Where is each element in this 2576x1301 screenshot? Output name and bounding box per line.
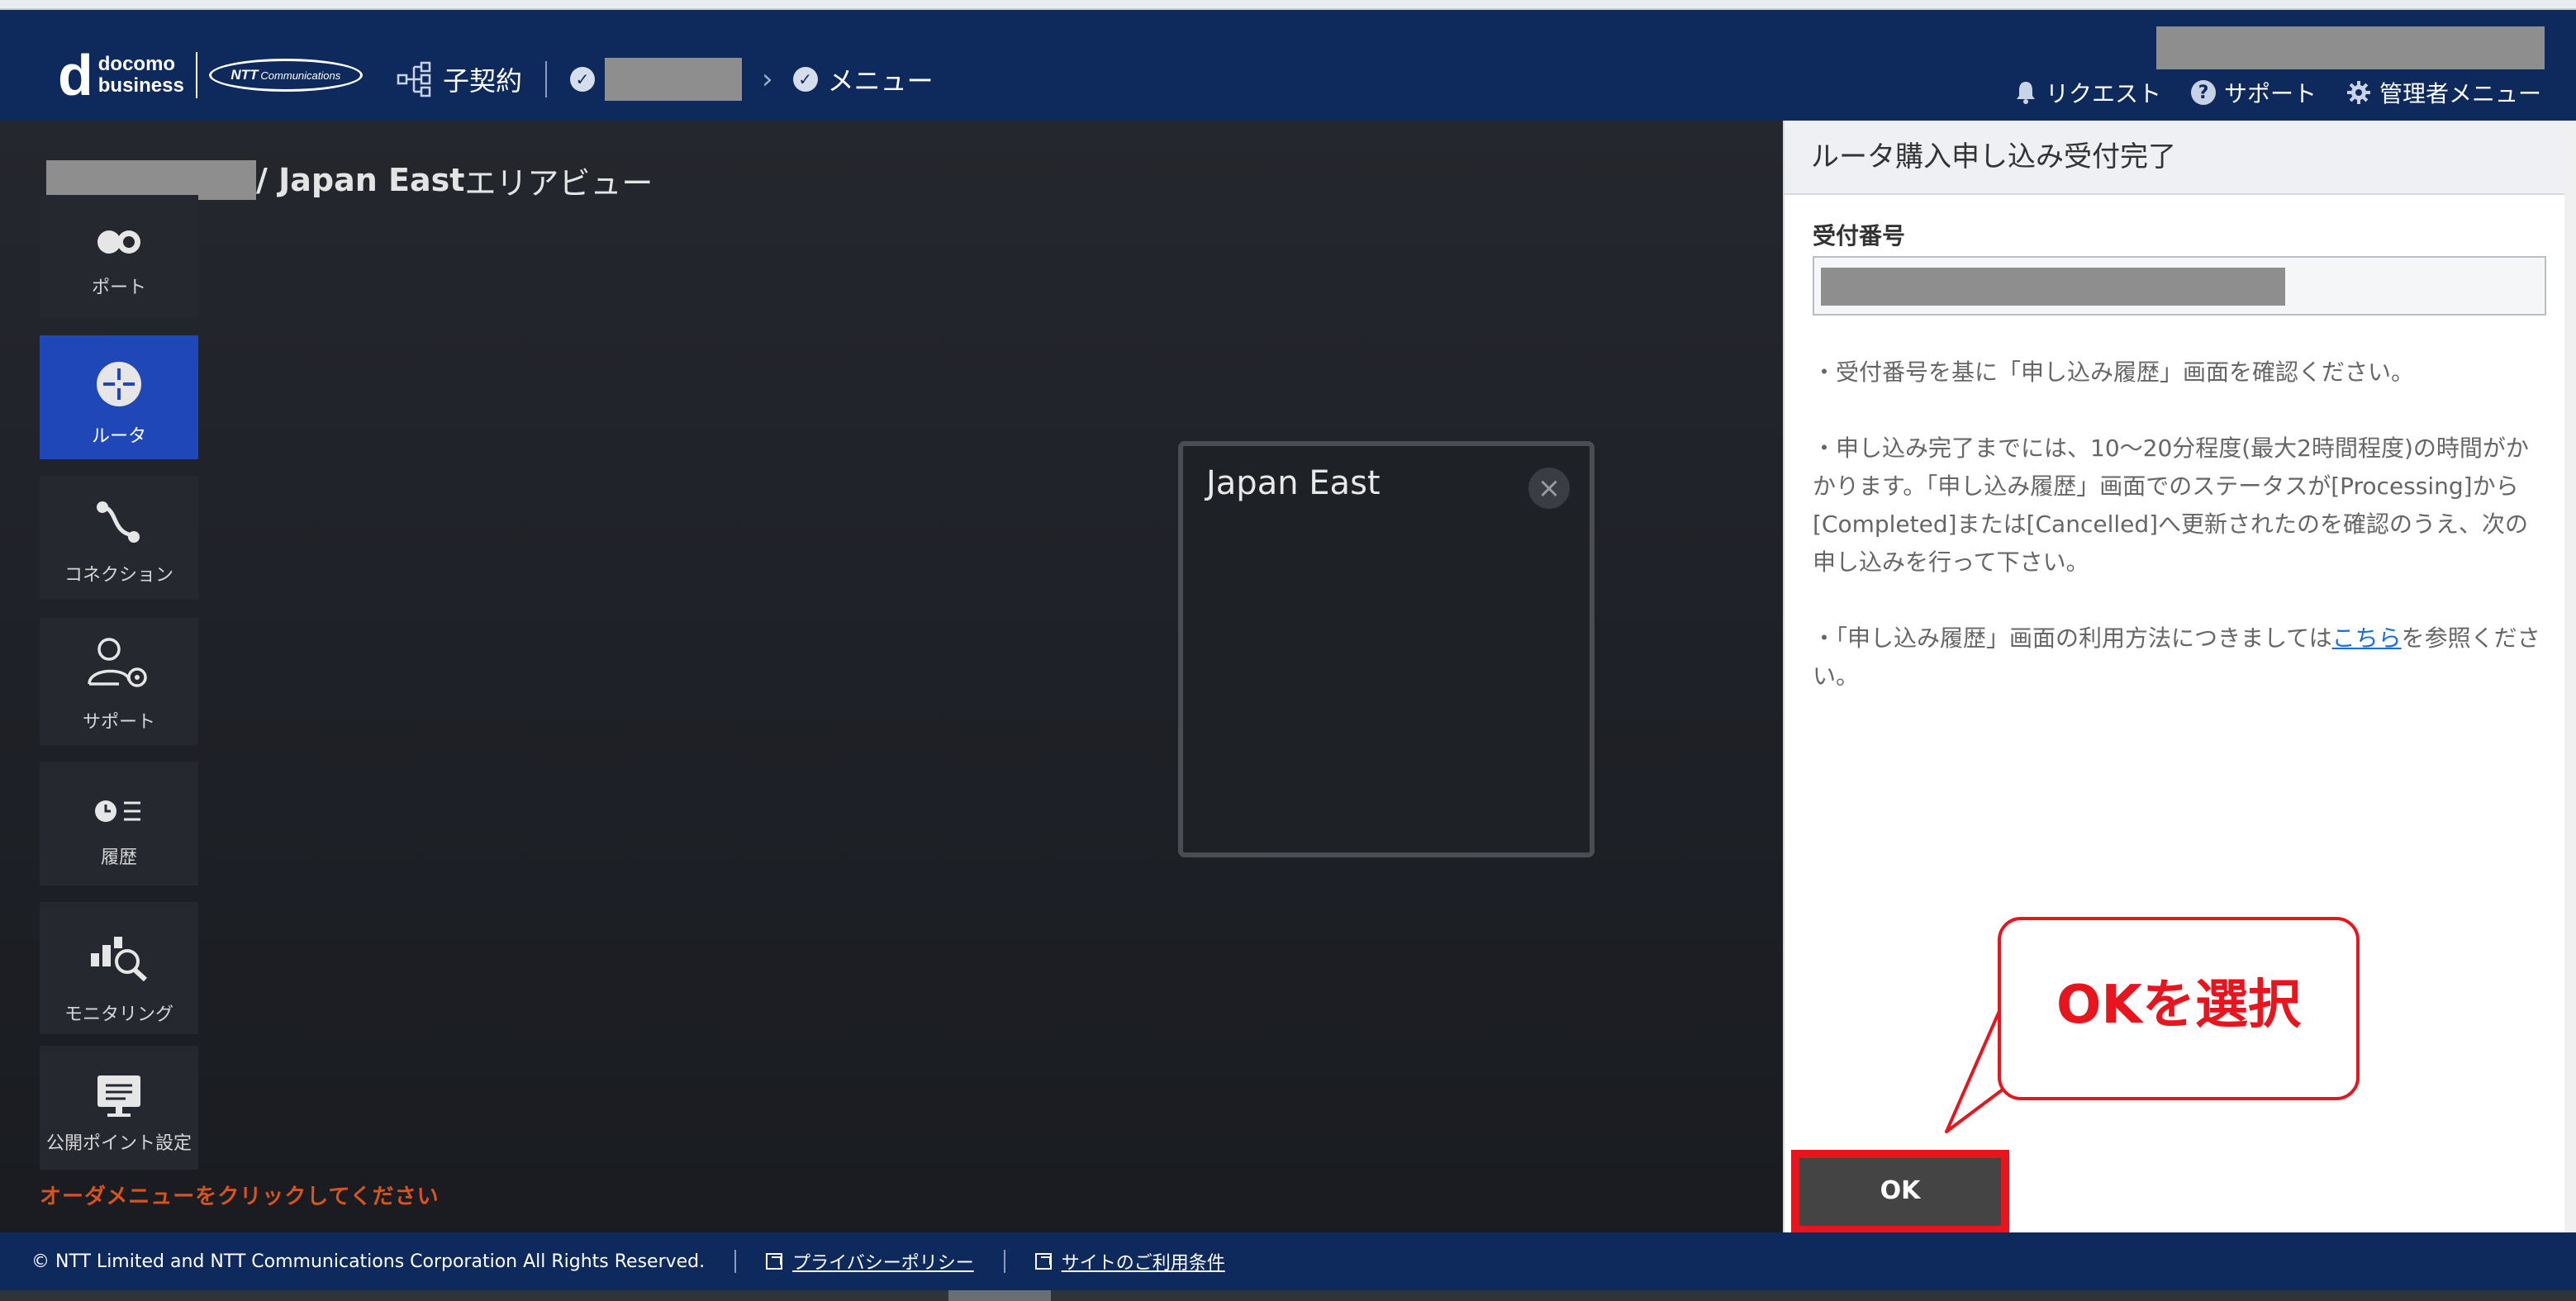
sidebar-label: 公開ポイント設定	[45, 1133, 192, 1154]
note-check-history: ・受付番号を基に「申し込み履歴」画面を確認ください。	[1813, 358, 2415, 386]
admin-menu-link[interactable]: 管理者メニュー	[2346, 76, 2541, 109]
support-link[interactable]: ? サポート	[2190, 76, 2317, 109]
nav-contract-selector[interactable]: ✓	[570, 58, 743, 101]
chevron-right-icon: ›	[762, 63, 773, 96]
history-clock-list-icon	[95, 800, 140, 822]
help-link[interactable]: こちら	[2332, 624, 2402, 652]
request-label: リクエスト	[2045, 80, 2161, 107]
request-link[interactable]: リクエスト	[2014, 76, 2161, 109]
nav-child-contract-label: 子契約	[443, 65, 523, 97]
hierarchy-icon	[397, 61, 431, 97]
panel-notes: ・受付番号を基に「申し込み履歴」画面を確認ください。 ・申し込み完了までには、1…	[1813, 354, 2548, 734]
redacted-user-info	[2156, 26, 2545, 69]
brand-separator	[195, 52, 197, 98]
panel-scrollbar[interactable]	[2564, 121, 2576, 1232]
docomo-d-glyph: d	[58, 43, 93, 107]
ok-button[interactable]: OK	[1791, 1150, 2009, 1234]
app-header: d docomo business NTT Communications 子契約 …	[0, 10, 2576, 121]
question-circle-icon: ?	[2190, 80, 2216, 105]
check-circle-icon: ✓	[792, 67, 818, 92]
nav-child-contract[interactable]: 子契約	[397, 60, 522, 98]
nav-menu-label: メニュー	[827, 65, 934, 97]
panel-title: ルータ購入申し込み受付完了	[1785, 121, 2576, 195]
sidebar-label: コネクション	[64, 565, 173, 586]
redacted-contract-name	[605, 58, 743, 101]
browser-top-line	[0, 0, 2576, 10]
area-view-canvas: / Japan East エリアビュー ポート ルータ コネクション サポート …	[0, 121, 1783, 1232]
sidebar-label: サポート	[82, 712, 155, 733]
router-icon	[97, 362, 141, 406]
sidebar-item-history[interactable]: 履歴	[40, 762, 198, 886]
sidebar-item-port[interactable]: ポート	[40, 195, 198, 319]
support-user-gear-icon	[88, 638, 147, 687]
connection-icon	[97, 501, 140, 543]
horizontal-scrollbar-thumb[interactable]	[948, 1290, 1051, 1301]
public-point-monitor-icon	[97, 1075, 140, 1117]
app-footer: © NTT Limited and NTT Communications Cor…	[0, 1232, 2576, 1290]
bell-icon	[2016, 82, 2035, 104]
support-label: サポート	[2223, 80, 2317, 107]
receipt-number-label: 受付番号	[1813, 222, 1906, 249]
note-processing-time: ・申し込み完了までには、10〜20分程度(最大2時間程度)の時間がかかります。「…	[1813, 434, 2529, 576]
page-title-view: エリアビュー	[464, 164, 654, 202]
admin-menu-label: 管理者メニュー	[2379, 80, 2541, 107]
nav-menu[interactable]: ✓ メニュー	[792, 60, 934, 98]
brand-name: docomo business	[97, 53, 184, 97]
sidebar-label: ルータ	[91, 426, 146, 447]
sidebar-label: モニタリング	[64, 1004, 173, 1025]
order-menu-hint: オーダメニューをクリックしてください	[40, 1185, 440, 1209]
receipt-number-field[interactable]	[1813, 256, 2546, 316]
ntt-communications-logo: NTT Communications	[208, 59, 363, 92]
redacted-receipt-number	[1821, 268, 2285, 306]
gear-icon	[2346, 81, 2370, 104]
external-link-icon	[766, 1253, 783, 1270]
footer-divider	[734, 1250, 737, 1273]
region-card-japan-east[interactable]: Japan East ×	[1178, 441, 1595, 857]
header-links: リクエスト ? サポート 管理者メニュー	[2014, 76, 2541, 109]
check-circle-icon: ✓	[570, 67, 596, 92]
sidebar-item-router[interactable]: ルータ	[40, 335, 198, 459]
port-icon	[97, 230, 140, 254]
redacted-title-prefix	[46, 160, 256, 200]
footer-divider	[1003, 1250, 1005, 1273]
page-title-region: / Japan East	[256, 162, 465, 198]
close-icon[interactable]: ×	[1528, 468, 1570, 509]
monitoring-chart-magnifier-icon	[91, 937, 148, 981]
note-history-usage: ・「申し込み履歴」画面の利用方法につきましてはこちらを参照ください。	[1813, 624, 2540, 690]
breadcrumb: 子契約 ✓ › ✓ メニュー	[397, 55, 934, 104]
docomo-business-logo[interactable]: d docomo business NTT Communications	[58, 46, 363, 104]
privacy-policy-link[interactable]: プライバシーポリシー	[766, 1248, 974, 1275]
sidebar-item-connection[interactable]: コネクション	[40, 476, 198, 600]
nav-divider	[545, 61, 548, 97]
sidebar-item-public-point[interactable]: 公開ポイント設定	[40, 1046, 198, 1170]
sidebar-item-support[interactable]: サポート	[40, 618, 198, 745]
external-link-icon	[1034, 1253, 1052, 1270]
terms-of-use-link[interactable]: サイトのご利用条件	[1034, 1248, 1225, 1275]
sidebar-label: 履歴	[100, 848, 137, 868]
sidebar-item-monitoring[interactable]: モニタリング	[40, 902, 198, 1034]
sidebar-label: ポート	[91, 278, 146, 298]
instruction-callout: OKを選択	[1998, 917, 2360, 1100]
region-card-title: Japan East	[1206, 464, 1381, 502]
copyright-text: © NTT Limited and NTT Communications Cor…	[31, 1251, 706, 1272]
horizontal-scroll-track	[0, 1290, 2576, 1301]
